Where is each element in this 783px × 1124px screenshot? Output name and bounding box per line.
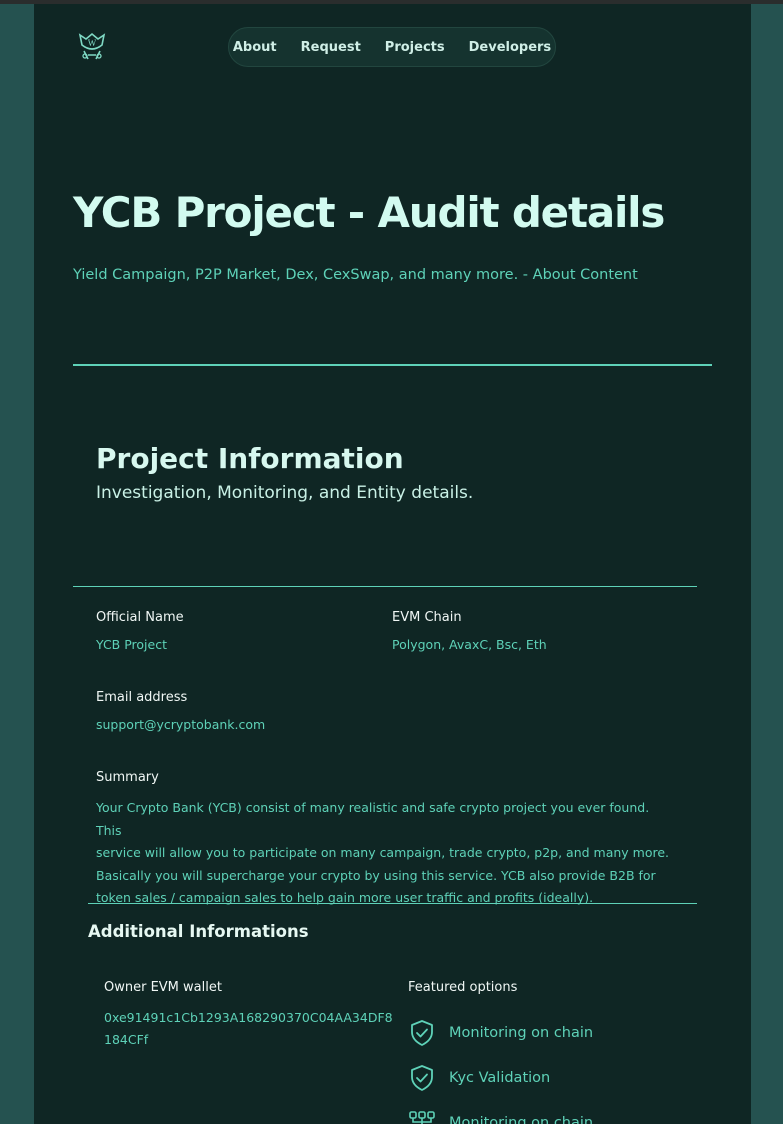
hero-divider (73, 364, 712, 366)
summary-line: Basically you will supercharge your cryp… (96, 867, 656, 883)
feature-item: Monitoring on chain (408, 1019, 593, 1047)
summary-line: token sales / campaign sales to help gai… (96, 890, 594, 906)
email-value[interactable]: support@ycryptobank.com (96, 717, 265, 732)
email-label: Email address (96, 690, 188, 705)
project-info-subtitle: Investigation, Monitoring, and Entity de… (96, 483, 474, 503)
official-name-label: Official Name (96, 610, 184, 625)
evm-chain-value: Polygon, AvaxC, Bsc, Eth (392, 637, 547, 652)
summary-divider (88, 903, 697, 904)
feature-label: Monitoring on chain (449, 1025, 594, 1041)
nav-developers-link[interactable]: Developers (457, 40, 564, 55)
feature-label: Kyc Validation (449, 1070, 551, 1086)
project-info-title: Project Information (96, 442, 404, 475)
page-title: YCB Project - Audit details (73, 188, 665, 237)
ycb-logo-icon[interactable]: W (76, 31, 108, 61)
shield-check-icon (411, 1065, 433, 1091)
summary-line: service will allow you to participate on… (96, 845, 670, 861)
svg-text:W: W (88, 38, 97, 48)
page-subtitle: Yield Campaign, P2P Market, Dex, CexSwap… (73, 267, 638, 283)
nav-request-link[interactable]: Request (289, 40, 373, 55)
network-icon (409, 1111, 435, 1124)
summary-text: Your Crypto Bank (YCB) consist of many r… (96, 797, 676, 910)
owner-wallet-value[interactable]: 0xe91491c1Cb1293A168290370C04AA34DF8184C… (104, 1007, 394, 1051)
nav-about-link[interactable]: About (221, 40, 289, 55)
feature-item: Monitoring on chain (408, 1109, 593, 1124)
project-info-divider (73, 586, 697, 587)
main-nav: About Request Projects Developers (228, 27, 556, 67)
page-container: W About Request Projects Developers YCB … (34, 4, 751, 1124)
featured-options-label: Featured options (408, 980, 518, 995)
additional-info-title: Additional Informations (88, 922, 309, 941)
owner-wallet-label: Owner EVM wallet (104, 980, 222, 995)
feature-item: Kyc Validation (408, 1064, 550, 1092)
summary-line: Your Crypto Bank (YCB) consist of many r… (96, 800, 650, 838)
official-name-value: YCB Project (96, 637, 167, 652)
nav-projects-link[interactable]: Projects (373, 40, 457, 55)
shield-check-icon (411, 1020, 433, 1046)
feature-label: Monitoring on chain (449, 1115, 594, 1124)
evm-chain-label: EVM Chain (392, 610, 462, 625)
summary-label: Summary (96, 770, 159, 785)
